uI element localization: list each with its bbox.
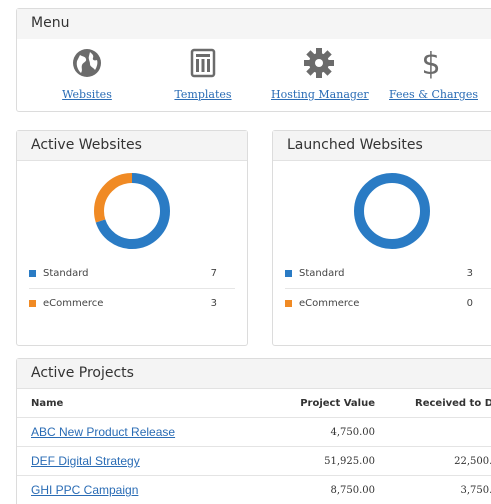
legend-label: Standard <box>299 268 345 279</box>
table-row: GHI PPC Campaign 8,750.00 3,750.00 <box>17 476 491 504</box>
legend-swatch-standard <box>29 270 36 277</box>
menu-item-fees-charges[interactable]: $ Fees & Charges <box>389 47 478 103</box>
active-websites-legend: Standard 7 eCommerce 3 <box>29 259 235 319</box>
legend-swatch-ecommerce <box>29 300 36 307</box>
template-icon <box>190 48 216 78</box>
legend-label: eCommerce <box>299 298 360 309</box>
launched-websites-title: Launched Websites <box>273 131 491 161</box>
legend-value: 0 <box>466 298 473 309</box>
gear-icon <box>304 48 334 78</box>
legend-swatch-ecommerce <box>285 300 292 307</box>
legend-value: 3 <box>210 298 217 309</box>
project-received: 3,750.00 <box>460 485 491 496</box>
svg-text:$: $ <box>421 47 440 79</box>
column-header-name[interactable]: Name <box>31 389 63 418</box>
project-link[interactable]: ABC New Product Release <box>31 418 175 447</box>
globe-icon <box>73 49 101 77</box>
projects-table: Name Project Value Received to Date ABC … <box>17 389 491 504</box>
menu-item-websites[interactable]: Websites <box>57 47 117 103</box>
menu-link-hosting-manager[interactable]: Hosting Manager <box>271 88 369 101</box>
table-row: DEF Digital Strategy 51,925.00 22,500.00 <box>17 447 491 476</box>
menu-items: Websites Templates Hosting Manager $ Fee… <box>17 47 491 107</box>
project-value: 51,925.00 <box>324 456 375 467</box>
column-header-received[interactable]: Received to Date <box>415 389 491 418</box>
active-projects-panel: Active Projects Name Project Value Recei… <box>16 358 491 504</box>
menu-item-templates[interactable]: Templates <box>167 47 239 103</box>
menu-item-hosting-manager[interactable]: Hosting Manager <box>271 47 369 103</box>
table-row: ABC New Product Release 4,750.00 <box>17 418 491 447</box>
legend-swatch-standard <box>285 270 292 277</box>
legend-row-ecommerce: eCommerce 0 <box>285 289 491 319</box>
dollar-icon: $ <box>421 47 440 79</box>
launched-websites-donut-chart <box>354 173 430 249</box>
menu-link-websites[interactable]: Websites <box>62 88 112 101</box>
legend-label: Standard <box>43 268 89 279</box>
legend-row-ecommerce: eCommerce 3 <box>29 289 235 319</box>
legend-label: eCommerce <box>43 298 104 309</box>
active-websites-donut-chart <box>94 173 170 249</box>
launched-websites-panel: Launched Websites Standard 3 eCommerce 0 <box>272 130 491 346</box>
project-received: 22,500.00 <box>454 456 491 467</box>
legend-value: 7 <box>210 268 217 279</box>
project-value: 4,750.00 <box>330 427 375 438</box>
project-link[interactable]: GHI PPC Campaign <box>31 476 138 504</box>
legend-value: 3 <box>466 268 473 279</box>
donut-slice-standard <box>354 173 430 249</box>
legend-row-standard: Standard 3 <box>285 259 491 289</box>
table-header-row: Name Project Value Received to Date <box>17 389 491 418</box>
menu-link-fees-charges[interactable]: Fees & Charges <box>389 88 478 101</box>
legend-row-standard: Standard 7 <box>29 259 235 289</box>
column-header-project-value[interactable]: Project Value <box>300 389 375 418</box>
project-link[interactable]: DEF Digital Strategy <box>31 447 140 476</box>
menu-panel: Menu Websites Templates Hosting Manager … <box>16 8 491 112</box>
active-websites-title: Active Websites <box>17 131 247 161</box>
menu-title: Menu <box>17 9 491 39</box>
menu-link-templates[interactable]: Templates <box>174 88 231 101</box>
launched-websites-legend: Standard 3 eCommerce 0 <box>285 259 491 319</box>
active-projects-title: Active Projects <box>17 359 491 389</box>
active-websites-panel: Active Websites Standard 7 eCommerce 3 <box>16 130 248 346</box>
project-value: 8,750.00 <box>330 485 375 496</box>
